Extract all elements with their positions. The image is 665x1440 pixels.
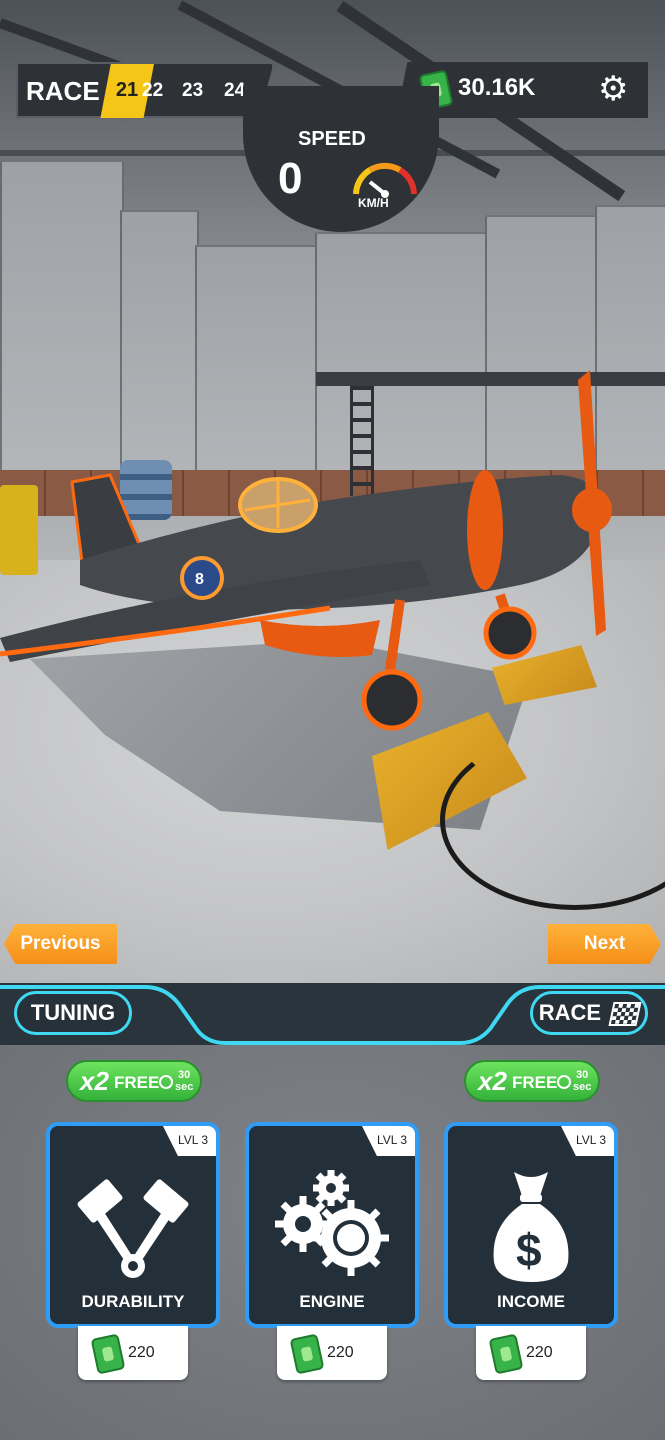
free-boost-button-2[interactable]: x2 FREE 30 sec — [464, 1060, 600, 1102]
boost-free-label: FREE — [512, 1073, 558, 1092]
boost-timer: 30 sec — [175, 1069, 194, 1093]
boost-multiplier: x2 — [80, 1066, 109, 1096]
upgrade-card-durability[interactable]: LVL 3 DURABILITY — [46, 1122, 220, 1328]
upgrade-level: LVL 3 — [575, 1133, 606, 1147]
level-22: 22 — [142, 80, 164, 101]
boost-multiplier: x2 — [478, 1066, 507, 1096]
pistons-icon — [77, 1179, 189, 1278]
tab-race-label: RACE — [538, 1000, 602, 1025]
price-tag-engine[interactable]: 220 — [277, 1326, 387, 1380]
settings-button[interactable]: ⚙ — [568, 62, 648, 118]
upgrade-price: 220 — [526, 1344, 553, 1361]
upgrade-level: LVL 3 — [177, 1133, 208, 1147]
airplane-model: 8 — [0, 370, 612, 731]
boost-timer: 30 sec — [573, 1069, 592, 1093]
cash-icon — [90, 1333, 126, 1375]
boost-free-label: FREE — [114, 1073, 160, 1092]
speed-label: SPEED — [298, 128, 366, 150]
money-bag-icon: $ — [493, 1172, 569, 1282]
upgrade-price: 220 — [327, 1344, 354, 1361]
upgrade-price: 220 — [128, 1344, 155, 1361]
upgrade-name: DURABILITY — [81, 1292, 185, 1311]
next-button[interactable]: Next — [548, 924, 661, 964]
speed-unit: KM/H — [358, 196, 389, 210]
race-level-bar: RACE 21 22 23 24 — [16, 62, 274, 118]
price-tag-income[interactable]: 220 — [476, 1326, 586, 1380]
gears-icon — [275, 1170, 389, 1276]
race-label: RACE — [26, 76, 100, 106]
tab-race[interactable]: RACE — [530, 991, 648, 1035]
previous-button[interactable]: Previous — [4, 924, 117, 964]
gear-icon: ⚙ — [598, 70, 629, 108]
svg-text:$: $ — [516, 1224, 542, 1276]
checkered-flag-icon — [608, 1002, 642, 1027]
svg-text:8: 8 — [195, 571, 204, 588]
upgrade-level: LVL 3 — [376, 1133, 407, 1147]
price-tag-durability[interactable]: 220 — [78, 1326, 188, 1380]
upgrade-name: INCOME — [497, 1292, 565, 1311]
clock-icon — [557, 1075, 571, 1089]
cash-icon — [488, 1333, 524, 1375]
tab-tuning[interactable]: TUNING — [14, 991, 132, 1035]
level-23: 23 — [182, 80, 204, 101]
speed-value: 0 — [278, 154, 303, 203]
cash-icon — [289, 1333, 325, 1375]
level-24: 24 — [224, 80, 246, 101]
free-boost-button-1[interactable]: x2 FREE 30 sec — [66, 1060, 202, 1102]
upgrade-card-income[interactable]: LVL 3 $ INCOME — [444, 1122, 618, 1328]
upgrade-name: ENGINE — [299, 1292, 365, 1311]
speed-gauge-icon — [353, 162, 417, 198]
cash-amount: 30.16K — [458, 74, 536, 101]
clock-icon — [159, 1075, 173, 1089]
upgrade-card-engine[interactable]: LVL 3 ENGINE — [245, 1122, 419, 1328]
